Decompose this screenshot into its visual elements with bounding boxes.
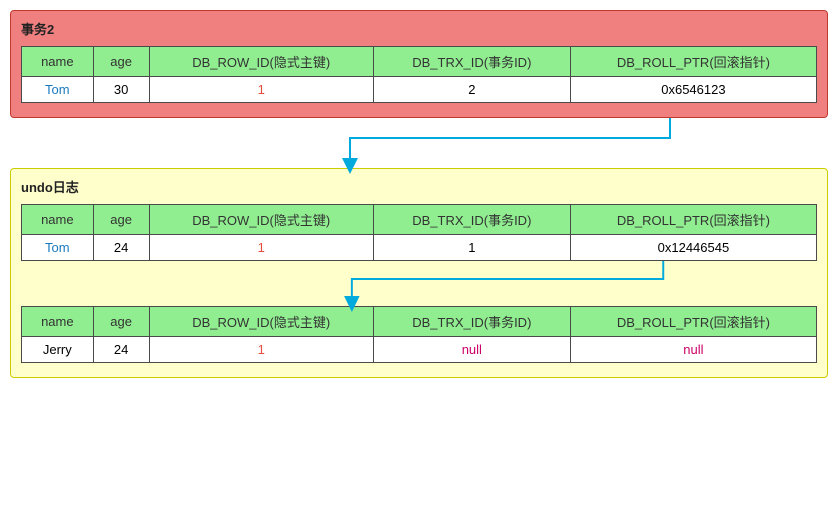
undo2-th-trxid: DB_TRX_ID(事务ID)	[373, 307, 570, 337]
td-rollptr-1: 0x6546123	[570, 77, 816, 103]
undo-table-1: name age DB_ROW_ID(隐式主键) DB_TRX_ID(事务ID)…	[21, 204, 817, 261]
undo1-th-name: name	[22, 205, 94, 235]
arrow-2-area	[21, 261, 817, 306]
undo1-data-row: Tom 24 1 1 0x12446545	[22, 235, 817, 261]
undo2-th-name: name	[22, 307, 94, 337]
undo1-td-rollptr: 0x12446545	[570, 235, 816, 261]
undo2-header-row: name age DB_ROW_ID(隐式主键) DB_TRX_ID(事务ID)…	[22, 307, 817, 337]
undo2-th-rowid: DB_ROW_ID(隐式主键)	[149, 307, 373, 337]
undo1-th-rowid: DB_ROW_ID(隐式主键)	[149, 205, 373, 235]
transaction-table: name age DB_ROW_ID(隐式主键) DB_TRX_ID(事务ID)…	[21, 46, 817, 103]
th-trxid-1: DB_TRX_ID(事务ID)	[373, 47, 570, 77]
undo2-td-rollptr: null	[570, 337, 816, 363]
undo2-data-row: Jerry 24 1 null null	[22, 337, 817, 363]
undo1-th-rollptr: DB_ROLL_PTR(回滚指针)	[570, 205, 816, 235]
undo1-th-trxid: DB_TRX_ID(事务ID)	[373, 205, 570, 235]
transaction-header-row: name age DB_ROW_ID(隐式主键) DB_TRX_ID(事务ID)…	[22, 47, 817, 77]
undo2-td-name: Jerry	[22, 337, 94, 363]
th-name-1: name	[22, 47, 94, 77]
th-rollptr-1: DB_ROLL_PTR(回滚指针)	[570, 47, 816, 77]
undo2-th-rollptr: DB_ROLL_PTR(回滚指针)	[570, 307, 816, 337]
td-rowid-1: 1	[149, 77, 373, 103]
transaction-box: 事务2 name age DB_ROW_ID(隐式主键) DB_TRX_ID(事…	[10, 10, 828, 118]
undo2-td-trxid: null	[373, 337, 570, 363]
th-rowid-1: DB_ROW_ID(隐式主键)	[149, 47, 373, 77]
undo1-header-row: name age DB_ROW_ID(隐式主键) DB_TRX_ID(事务ID)…	[22, 205, 817, 235]
arrow-2-svg	[21, 261, 817, 306]
td-age-1: 30	[93, 77, 149, 103]
td-name-1: Tom	[22, 77, 94, 103]
undo-table-2: name age DB_ROW_ID(隐式主键) DB_TRX_ID(事务ID)…	[21, 306, 817, 363]
undo1-td-trxid: 1	[373, 235, 570, 261]
td-trxid-1: 2	[373, 77, 570, 103]
undo-box: undo日志 name age DB_ROW_ID(隐式主键) DB_TRX_I…	[10, 168, 828, 378]
undo1-td-name: Tom	[22, 235, 94, 261]
undo2-td-age: 24	[93, 337, 149, 363]
th-age-1: age	[93, 47, 149, 77]
arrow-1-svg	[10, 118, 828, 168]
undo2-td-rowid: 1	[149, 337, 373, 363]
undo1-td-rowid: 1	[149, 235, 373, 261]
transaction-title: 事务2	[21, 19, 817, 38]
transaction-data-row: Tom 30 1 2 0x6546123	[22, 77, 817, 103]
undo-title: undo日志	[21, 177, 817, 196]
arrow-1-area	[10, 118, 828, 168]
undo2-th-age: age	[93, 307, 149, 337]
undo1-th-age: age	[93, 205, 149, 235]
undo1-td-age: 24	[93, 235, 149, 261]
